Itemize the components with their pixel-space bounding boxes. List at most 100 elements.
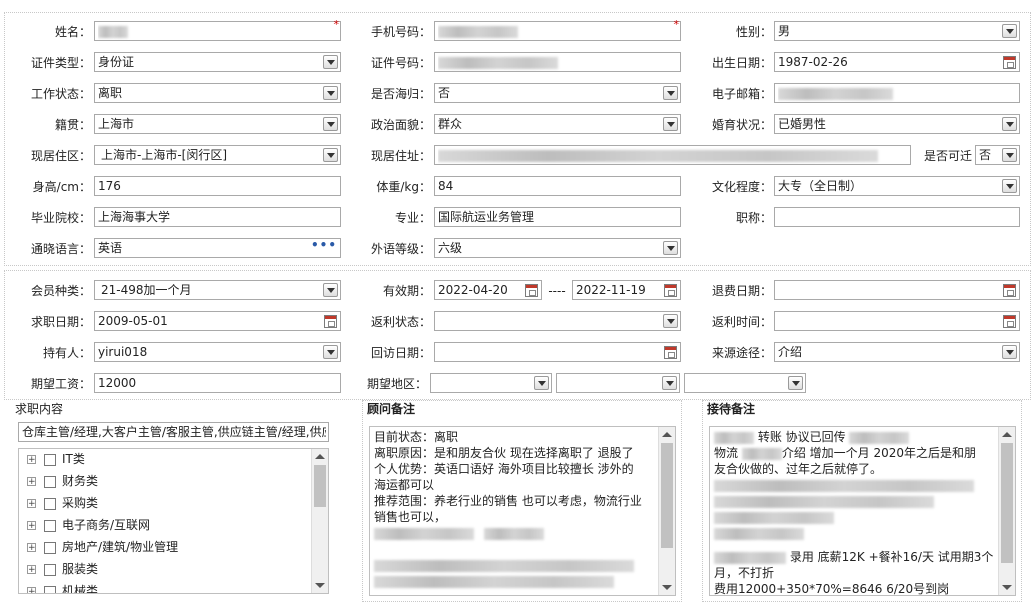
visit-date-input[interactable]	[434, 342, 681, 362]
area-city-select[interactable]	[556, 373, 680, 393]
tree-item-realestate[interactable]: + 房地产/建筑/物业管理	[27, 537, 178, 557]
consultant-notes-textarea[interactable]: 目前状态：离职 离职原因：是和朋友合伙 现在选择离职了 退股了 个人优势：英语口…	[369, 426, 676, 596]
consultant-scrollbar[interactable]	[658, 427, 675, 595]
calendar-icon[interactable]	[1003, 284, 1016, 297]
source-select[interactable]: 介绍	[774, 342, 1020, 362]
plus-expand-icon[interactable]: +	[27, 477, 36, 487]
member-type-select[interactable]: 21-498加一个月	[94, 280, 341, 300]
district-select[interactable]: 上海市-上海市-[闵行区]	[94, 145, 341, 165]
checkbox[interactable]	[44, 519, 56, 532]
plus-expand-icon[interactable]: +	[27, 455, 36, 465]
chevron-down-icon[interactable]	[1002, 24, 1017, 38]
chevron-down-icon[interactable]	[323, 55, 338, 69]
more-icon[interactable]: •••	[311, 238, 337, 252]
lang-level-select[interactable]: 六级	[434, 238, 681, 258]
height-input[interactable]: 176	[94, 176, 341, 196]
language-input[interactable]: 英语 •••	[94, 238, 341, 258]
checkbox[interactable]	[44, 585, 56, 593]
chevron-down-icon[interactable]	[662, 376, 677, 390]
scroll-down-icon[interactable]	[1002, 585, 1012, 590]
weight-input[interactable]: 84	[434, 176, 681, 196]
area-province-select[interactable]	[430, 373, 552, 393]
plus-expand-icon[interactable]: +	[27, 565, 36, 575]
birth-date-input[interactable]: 1987-02-26	[774, 52, 1020, 72]
checkbox[interactable]	[44, 497, 56, 510]
refund-date-input[interactable]	[774, 280, 1020, 300]
scroll-thumb[interactable]	[661, 443, 673, 548]
chevron-down-icon[interactable]	[663, 86, 678, 100]
tree-item-purchasing[interactable]: + 采购类	[27, 493, 98, 513]
holder-select[interactable]: yirui018	[94, 342, 341, 362]
scroll-down-icon[interactable]	[315, 583, 325, 588]
reception-notes-textarea[interactable]: 转账 协议已回传 物流 介绍 增加一个月 2020年之后是和朋 友合伙做的、过年…	[709, 426, 1016, 596]
area-district-select[interactable]	[684, 373, 806, 393]
rebate-time-input[interactable]	[774, 311, 1020, 331]
scroll-up-icon[interactable]	[315, 454, 325, 459]
chevron-down-icon[interactable]	[1002, 345, 1017, 359]
job-date-input[interactable]: 2009-05-01	[94, 311, 341, 331]
tree-item-ecommerce[interactable]: + 电子商务/互联网	[27, 515, 150, 535]
checkbox[interactable]	[44, 475, 56, 488]
visit-date-label: 回访日期：	[370, 346, 431, 360]
chevron-down-icon[interactable]	[663, 314, 678, 328]
address-input[interactable]	[434, 145, 911, 165]
plus-expand-icon[interactable]: +	[27, 521, 36, 531]
calendar-icon[interactable]	[1003, 315, 1016, 328]
chevron-down-icon[interactable]	[323, 283, 338, 297]
marital-select[interactable]: 已婚男性	[774, 114, 1020, 134]
chevron-down-icon[interactable]	[323, 117, 338, 131]
calendar-icon[interactable]	[525, 284, 538, 297]
tree-item-machinery[interactable]: + 机械类	[27, 581, 98, 593]
education-select[interactable]: 大专（全日制）	[774, 176, 1020, 196]
calendar-icon[interactable]	[1003, 56, 1016, 69]
chevron-down-icon[interactable]	[663, 117, 678, 131]
chevron-down-icon[interactable]	[323, 86, 338, 100]
salary-input[interactable]: 12000	[94, 373, 341, 393]
title-input[interactable]	[774, 207, 1020, 227]
chevron-down-icon[interactable]	[788, 376, 803, 390]
chevron-down-icon[interactable]	[663, 241, 678, 255]
scroll-up-icon[interactable]	[1002, 432, 1012, 437]
valid-to-input[interactable]: 2022-11-19	[572, 280, 681, 300]
work-status-select[interactable]: 离职	[94, 83, 341, 103]
tree-item-finance[interactable]: + 财务类	[27, 471, 98, 491]
plus-expand-icon[interactable]: +	[27, 543, 36, 553]
relocate-select[interactable]: 否	[975, 145, 1020, 165]
tree-item-apparel[interactable]: + 服装类	[27, 559, 98, 579]
email-input[interactable]	[774, 83, 1020, 103]
calendar-icon[interactable]	[664, 284, 677, 297]
tree-item-it[interactable]: + IT类	[27, 449, 85, 469]
plus-expand-icon[interactable]: +	[27, 499, 36, 509]
chevron-down-icon[interactable]	[1002, 179, 1017, 193]
political-select[interactable]: 群众	[434, 114, 681, 134]
name-input[interactable]: *	[94, 19, 341, 41]
calendar-icon[interactable]	[324, 315, 337, 328]
school-input[interactable]: 上海海事大学	[94, 207, 341, 227]
chevron-down-icon[interactable]	[323, 345, 338, 359]
valid-from-input[interactable]: 2022-04-20	[434, 280, 542, 300]
plus-expand-icon[interactable]: +	[27, 587, 36, 593]
reception-scrollbar[interactable]	[998, 427, 1015, 595]
gender-select[interactable]: 男	[774, 21, 1020, 41]
major-input[interactable]: 国际航运业务管理	[434, 207, 681, 227]
scroll-thumb[interactable]	[314, 465, 326, 507]
scroll-up-icon[interactable]	[662, 432, 672, 437]
id-number-input[interactable]	[434, 52, 681, 72]
phone-input[interactable]: *	[434, 19, 681, 41]
calendar-icon[interactable]	[664, 346, 677, 359]
tree-scrollbar[interactable]	[311, 449, 328, 593]
job-content-selected-input[interactable]: 仓库主管/经理,大客户主管/客服主管,供应链主管/经理,供应	[18, 422, 329, 442]
chevron-down-icon[interactable]	[1002, 117, 1017, 131]
overseas-select[interactable]: 否	[434, 83, 681, 103]
native-place-select[interactable]: 上海市	[94, 114, 341, 134]
chevron-down-icon[interactable]	[534, 376, 549, 390]
scroll-down-icon[interactable]	[662, 585, 672, 590]
id-type-select[interactable]: 身份证	[94, 52, 341, 72]
checkbox[interactable]	[44, 453, 56, 466]
checkbox[interactable]	[44, 563, 56, 576]
checkbox[interactable]	[44, 541, 56, 554]
scroll-thumb[interactable]	[1001, 443, 1013, 563]
chevron-down-icon[interactable]	[323, 148, 338, 162]
chevron-down-icon[interactable]	[1002, 148, 1017, 162]
rebate-status-select[interactable]	[434, 311, 681, 331]
